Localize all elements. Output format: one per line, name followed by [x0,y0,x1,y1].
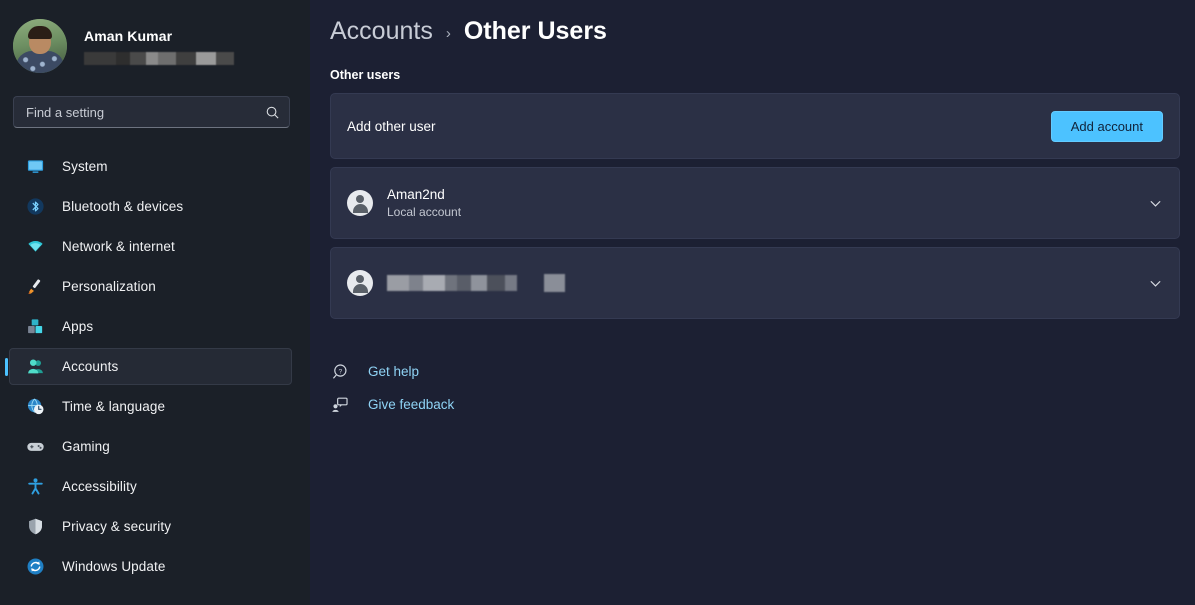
add-other-user-row: Add other user Add account [331,94,1179,158]
sidebar-item-privacy-security[interactable]: Privacy & security [9,508,292,545]
give-feedback-label: Give feedback [368,397,455,412]
sidebar-item-bluetooth-devices[interactable]: Bluetooth & devices [9,188,292,225]
sidebar-item-label: Windows Update [62,559,166,574]
user-card-aman2nd[interactable]: Aman2nd Local account [330,167,1180,239]
footer-links: ? Get help Give feedback [330,355,1170,421]
table-row[interactable]: Aman2nd Local account [331,168,1179,238]
sidebar-item-label: Network & internet [62,239,175,254]
monitor-icon [24,156,46,178]
breadcrumb-parent[interactable]: Accounts [330,17,433,46]
search-icon[interactable] [265,105,280,120]
sidebar-item-accounts[interactable]: Accounts [5,348,292,385]
sidebar-item-label: Time & language [62,399,166,414]
breadcrumb-separator-icon: › [445,25,451,42]
user-account-type: Local account [387,205,462,219]
shield-icon [24,516,46,538]
bluetooth-icon [24,196,46,218]
user-card-redacted[interactable] [330,247,1180,319]
sidebar-item-apps[interactable]: Apps [9,308,292,345]
paintbrush-icon [24,276,46,298]
update-refresh-icon [24,556,46,578]
add-account-button[interactable]: Add account [1050,110,1163,142]
redaction-block [544,274,565,292]
chevron-down-icon[interactable] [1148,276,1163,291]
people-icon [24,356,46,378]
settings-window: Aman Kumar Find a setting System Bluetoo… [0,0,1195,605]
sidebar: Aman Kumar Find a setting System Bluetoo… [0,0,310,605]
chevron-down-icon[interactable] [1148,196,1163,211]
add-other-user-card: Add other user Add account [330,93,1180,159]
svg-text:?: ? [338,368,342,375]
get-help-link[interactable]: ? Get help [330,355,1170,388]
user-text: Aman2nd Local account [387,187,1148,219]
section-label: Other users [330,68,401,82]
page-title: Other Users [463,17,607,45]
add-other-user-label: Add other user [347,118,436,134]
wifi-icon [24,236,46,258]
search-box[interactable] [13,96,290,128]
clock-globe-icon [24,396,46,418]
sidebar-item-label: Gaming [62,439,110,454]
sidebar-item-network-internet[interactable]: Network & internet [9,228,292,265]
profile-name: Aman Kumar [84,27,173,44]
sidebar-item-label: Personalization [62,279,156,294]
sidebar-item-label: Bluetooth & devices [62,199,184,214]
profile-email-redacted [84,51,234,65]
feedback-person-icon [330,395,350,415]
profile-section[interactable]: Aman Kumar [0,12,310,74]
apps-grid-icon [24,316,46,338]
main-content: Accounts › Other Users Other users Add o… [310,0,1195,605]
sidebar-item-label: Apps [62,319,94,334]
sidebar-nav: System Bluetooth & devices Network & int… [0,148,310,585]
search-input[interactable] [26,104,265,120]
sidebar-item-label: System [62,159,108,174]
sidebar-item-label: Accounts [62,359,119,374]
sidebar-item-gaming[interactable]: Gaming [9,428,292,465]
sidebar-item-windows-update[interactable]: Windows Update [9,548,292,585]
avatar-shirt-pattern [16,51,64,73]
sidebar-item-personalization[interactable]: Personalization [9,268,292,305]
give-feedback-link[interactable]: Give feedback [330,388,1170,421]
gamepad-icon [24,436,46,458]
profile-text: Aman Kumar [84,28,234,65]
user-avatar-icon [347,270,373,296]
redaction-block [387,275,517,291]
get-help-label: Get help [368,364,420,379]
table-row[interactable] [331,248,1179,318]
sidebar-item-accessibility[interactable]: Accessibility [9,468,292,505]
user-avatar-icon [347,190,373,216]
sidebar-item-time-language[interactable]: Time & language [9,388,292,425]
avatar[interactable] [13,19,67,73]
accessibility-icon [24,476,46,498]
avatar-hair [28,26,52,39]
sidebar-item-label: Accessibility [62,479,137,494]
breadcrumb: Accounts › Other Users [320,17,1170,46]
sidebar-item-label: Privacy & security [62,519,172,534]
user-name: Aman2nd [387,187,445,202]
sidebar-item-system[interactable]: System [9,148,292,185]
user-name-redacted [387,274,1148,292]
help-question-icon: ? [330,362,350,382]
